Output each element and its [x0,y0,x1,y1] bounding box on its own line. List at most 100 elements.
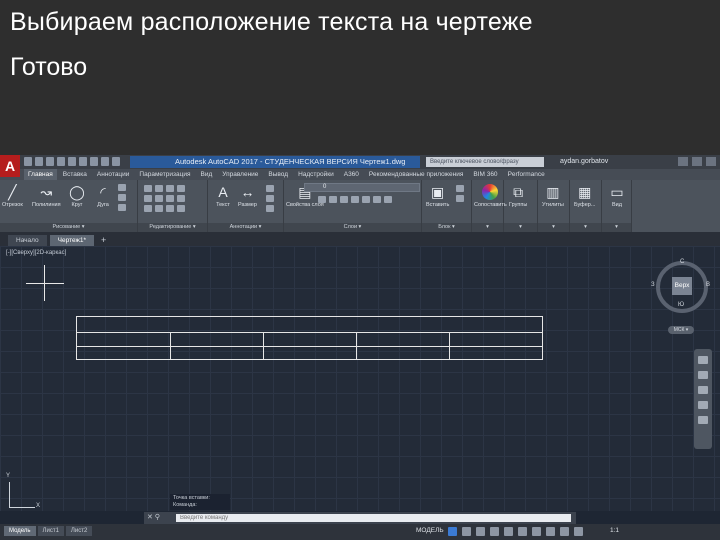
stretch-icon[interactable] [144,205,152,212]
lineweight-icon[interactable] [532,527,541,536]
steering-wheel-icon[interactable] [698,356,708,364]
edit-block-icon[interactable] [456,195,464,202]
undo-icon[interactable] [79,157,87,166]
workspace-icon[interactable] [560,527,569,536]
osnap-icon[interactable] [504,527,513,536]
hatch-icon[interactable] [118,194,126,201]
dropdown-icon[interactable] [112,157,120,166]
snap-icon[interactable] [462,527,471,536]
grid-icon[interactable] [448,527,457,536]
orbit-icon[interactable] [698,401,708,409]
new-icon[interactable] [24,157,32,166]
redo-icon[interactable] [90,157,98,166]
save-icon[interactable] [46,157,54,166]
copy-icon[interactable] [144,195,152,202]
ribbon-tab-0[interactable]: Главная [24,169,57,180]
leader-icon[interactable] [266,185,274,192]
rotate-icon[interactable] [155,185,163,192]
panel-title-annotation[interactable]: Аннотации ▾ [208,223,283,232]
table-icon[interactable] [266,195,274,202]
ribbon-tab-8[interactable]: A360 [340,169,363,180]
panel-title-modify[interactable]: Редактирование ▾ [138,223,207,232]
ribbon-tab-11[interactable]: Performance [504,169,549,180]
command-input[interactable] [176,514,571,522]
maximize-icon[interactable] [692,157,702,166]
layer-isolate-icon[interactable] [351,196,359,203]
zoom-icon[interactable] [698,386,708,394]
tool-clipboard[interactable]: ▦ Буфер... [574,184,595,209]
print-icon[interactable] [68,157,76,166]
showmotion-icon[interactable] [698,416,708,424]
command-line-close-icon[interactable]: ✕ ⚲ [147,513,160,521]
layout-tab-sheet2[interactable]: Лист2 [65,526,93,536]
annotation-visibility-icon[interactable] [546,527,555,536]
viewport-controls[interactable]: [-][Сверху][2D-каркас] [6,250,66,256]
panel-title-groups[interactable]: ▾ [504,223,537,232]
tool-utilities[interactable]: ▥ Утилиты [542,184,564,209]
user-account[interactable]: aydan.gorbatov [560,156,608,168]
layer-match-icon[interactable] [362,196,370,203]
ribbon-tab-5[interactable]: Управление [218,169,262,180]
wcs-menu-button[interactable]: МСК ▾ [668,326,694,334]
panel-title-block[interactable]: Блок ▾ [422,223,471,232]
panel-title-clipboard[interactable]: ▾ [570,223,601,232]
erase-icon[interactable] [177,185,185,192]
panel-title-view[interactable]: ▾ [602,223,631,232]
tool-match-properties[interactable]: Сопоставить [474,184,507,208]
tool-view[interactable]: ▭ Вид [608,184,626,209]
tool-line[interactable]: ╱ Отрезок [2,184,23,209]
ribbon-tab-9[interactable]: Рекомендованные приложения [365,169,467,180]
viewcube[interactable]: С З Верх В Ю [651,259,710,313]
polar-icon[interactable] [490,527,499,536]
ribbon-tab-2[interactable]: Аннотации [93,169,134,180]
viewcube-north[interactable]: С [680,259,684,265]
ribbon-tab-3[interactable]: Параметризация [135,169,194,180]
viewcube-east[interactable]: В [706,282,710,288]
panel-title-layers[interactable]: Слои ▾ [284,223,421,232]
application-menu-button[interactable]: A [0,155,20,177]
layer-previous-icon[interactable] [373,196,381,203]
close-icon[interactable] [706,157,716,166]
open-icon[interactable] [35,157,43,166]
layout-tab-sheet1[interactable]: Лист1 [37,526,64,536]
panel-title-properties[interactable]: ▾ [472,223,503,232]
ribbon-tab-1[interactable]: Вставка [59,169,91,180]
array-icon[interactable] [166,205,174,212]
viewcube-south[interactable]: Ю [678,302,684,308]
fillet-icon[interactable] [166,195,174,202]
annotation-scale[interactable]: 1:1 [610,527,619,534]
layer-current-icon[interactable] [384,196,392,203]
tool-groups[interactable]: ⧉ Группы [509,184,527,209]
drawing-table[interactable] [76,316,543,360]
tool-text[interactable]: A Текст [214,184,232,208]
trim-icon[interactable] [166,185,174,192]
file-tab-drawing[interactable]: Чертеж1* [49,235,95,246]
explode-icon[interactable] [177,195,185,202]
offset-icon[interactable] [177,205,185,212]
panel-title-utilities[interactable]: ▾ [538,223,569,232]
viewcube-face-top[interactable]: Верх [672,277,692,295]
tool-arc[interactable]: ◜ Дуга [94,184,112,209]
tool-circle[interactable]: ◯ Круг [68,184,86,209]
viewcube-west[interactable]: З [651,282,655,288]
save-as-icon[interactable] [57,157,65,166]
ribbon-tab-10[interactable]: BIM 360 [469,169,501,180]
rectangle-icon[interactable] [118,184,126,191]
ribbon-tab-4[interactable]: Вид [197,169,217,180]
tool-polyline[interactable]: ↝ Полилиния [32,184,61,209]
layer-lock-icon[interactable] [340,196,348,203]
mirror-icon[interactable] [155,195,163,202]
layer-freeze-icon[interactable] [329,196,337,203]
search-input[interactable]: Введите ключевое слово/фразу [426,157,544,167]
markup-icon[interactable] [266,205,274,212]
layout-tab-model[interactable]: Модель [4,526,36,536]
isolate-icon[interactable] [574,527,583,536]
drawing-viewport[interactable]: [-][Сверху][2D-каркас] Y X С З Верх В Ю … [0,246,720,511]
pan-icon[interactable] [698,371,708,379]
scale-icon[interactable] [155,205,163,212]
create-block-icon[interactable] [456,185,464,192]
share-icon[interactable] [101,157,109,166]
tool-dimension[interactable]: ↔ Размер [238,184,257,208]
tool-insert[interactable]: ▣ Вставить [426,184,449,209]
move-icon[interactable] [144,185,152,192]
